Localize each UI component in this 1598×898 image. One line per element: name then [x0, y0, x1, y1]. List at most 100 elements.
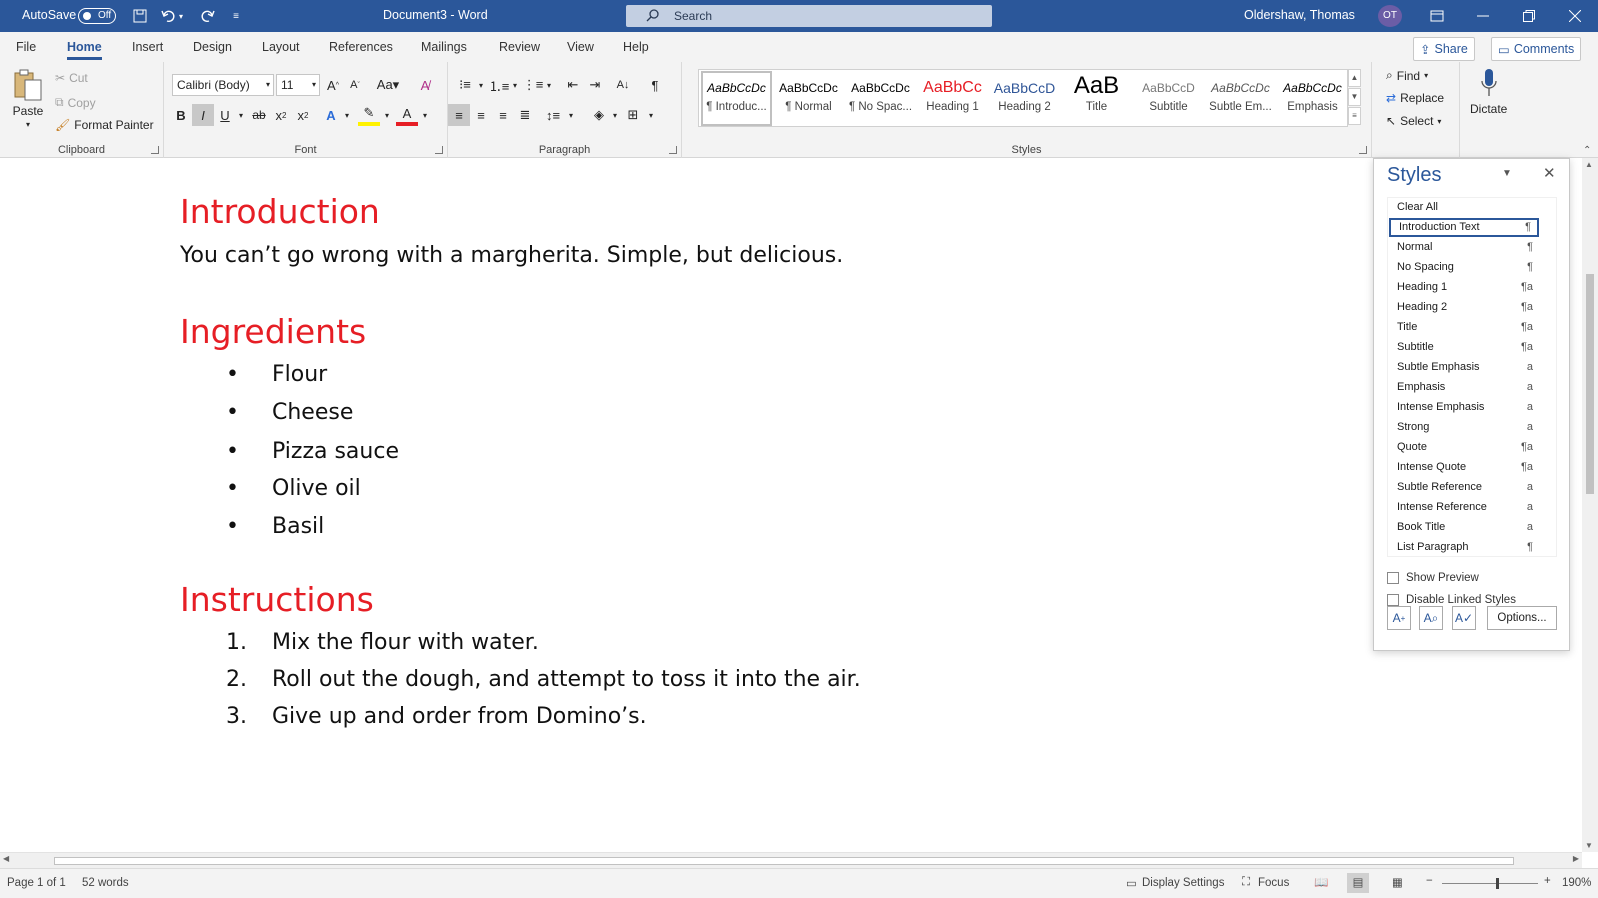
cut-button[interactable]: ✂ Cut [55, 71, 88, 85]
style-list-paragraph[interactable]: List Paragraph ¶ [1389, 538, 1539, 557]
chevron-down-icon[interactable]: ▾ [560, 104, 582, 126]
paragraph-launcher-icon[interactable] [669, 146, 677, 154]
gallery-style-subtitle[interactable]: AaBbCcD Subtitle [1133, 71, 1204, 126]
gallery-style-no-spacing[interactable]: AaBbCcDc ¶ No Spac... [845, 71, 916, 126]
paste-button[interactable]: Paste ▾ [12, 68, 44, 129]
style-emphasis[interactable]: Emphasis a [1389, 378, 1539, 397]
replace-button[interactable]: ⇄ Replace [1386, 91, 1444, 105]
style-intense-emphasis[interactable]: Intense Emphasis a [1389, 398, 1539, 417]
gallery-style-normal[interactable]: AaBbCcDc ¶ Normal [773, 71, 844, 126]
vertical-scroll-thumb[interactable] [1586, 274, 1594, 494]
tab-help[interactable]: Help [623, 40, 649, 54]
tab-layout[interactable]: Layout [262, 40, 300, 54]
chevron-down-icon[interactable]: ▾ [640, 104, 662, 126]
web-layout-icon[interactable]: ▦ [1392, 875, 1403, 889]
new-style-icon[interactable]: A + [1387, 606, 1411, 630]
align-left-icon[interactable]: ≡ [448, 104, 470, 126]
horizontal-scroll-thumb[interactable] [54, 857, 1514, 865]
superscript-icon[interactable]: x2 [292, 104, 314, 126]
focus-button[interactable]: Focus [1258, 877, 1289, 889]
select-button[interactable]: ↖ Select ▾ [1386, 114, 1441, 128]
show-preview-checkbox[interactable] [1387, 572, 1399, 584]
gallery-up-icon[interactable]: ▲ [1348, 69, 1361, 87]
bold-icon[interactable]: B [170, 104, 192, 126]
decrease-indent-icon[interactable]: ⇤ [562, 74, 584, 96]
zoom-in-icon[interactable]: + [1544, 875, 1551, 887]
clear-formatting-icon[interactable]: A̸ [414, 74, 436, 96]
paste-dropdown-icon[interactable]: ▾ [26, 120, 30, 129]
font-launcher-icon[interactable] [435, 146, 443, 154]
restore-icon[interactable] [1506, 0, 1552, 32]
style-title[interactable]: Title ¶a [1389, 318, 1539, 337]
vertical-scrollbar[interactable]: ▲ ▼ [1582, 158, 1598, 852]
change-case-icon[interactable]: Aa▾ [372, 74, 404, 96]
share-button[interactable]: ⇪ Share [1413, 37, 1475, 61]
style-no-spacing[interactable]: No Spacing ¶ [1389, 258, 1539, 277]
gallery-style-heading2[interactable]: AaBbCcD Heading 2 [989, 71, 1060, 126]
style-introduction-text[interactable]: Introduction Text ¶ [1389, 218, 1539, 237]
shrink-font-icon[interactable]: Aˇ [344, 74, 366, 96]
gallery-style-heading1[interactable]: AaBbCc Heading 1 [917, 71, 988, 126]
ribbon-display-icon[interactable] [1414, 0, 1460, 32]
chevron-down-icon[interactable]: ▾ [376, 104, 398, 126]
justify-icon[interactable]: ≣ [514, 104, 536, 126]
style-normal[interactable]: Normal ¶ [1389, 238, 1539, 257]
comments-button[interactable]: ▭ Comments [1491, 37, 1582, 61]
disable-linked-checkbox[interactable] [1387, 594, 1399, 606]
zoom-slider[interactable] [1442, 883, 1538, 884]
style-intense-quote[interactable]: Intense Quote ¶a [1389, 458, 1539, 477]
word-count[interactable]: 52 words [82, 877, 129, 889]
undo-dropdown-icon[interactable]: ▾ [176, 6, 186, 26]
style-heading-1[interactable]: Heading 1 ¶a [1389, 278, 1539, 297]
chevron-down-icon[interactable]: ▾ [414, 104, 436, 126]
user-name[interactable]: Oldershaw, Thomas [1244, 0, 1355, 32]
clipboard-launcher-icon[interactable] [151, 146, 159, 154]
chevron-down-icon[interactable]: ▾ [538, 74, 560, 96]
autosave-toggle[interactable]: Off [78, 8, 116, 24]
zoom-level[interactable]: 190% [1562, 877, 1591, 889]
grow-font-icon[interactable]: A ^ [322, 74, 344, 96]
scroll-up-icon[interactable]: ▲ [1585, 160, 1593, 169]
scroll-left-icon[interactable]: ◀ [3, 854, 9, 863]
search-box[interactable]: Search [626, 5, 992, 27]
chevron-down-icon[interactable]: ▾ [336, 104, 358, 126]
scroll-right-icon[interactable]: ▶ [1573, 854, 1579, 863]
minimize-icon[interactable] [1460, 0, 1506, 32]
style-subtle-emphasis[interactable]: Subtle Emphasis a [1389, 358, 1539, 377]
scroll-down-icon[interactable]: ▼ [1585, 841, 1593, 850]
gallery-style-emphasis[interactable]: AaBbCcDc Emphasis [1277, 71, 1348, 126]
gallery-style-title[interactable]: AaB Title [1061, 71, 1132, 126]
document-page[interactable]: Introduction You can’t go wrong with a m… [0, 158, 1582, 852]
redo-icon[interactable] [198, 6, 218, 26]
font-size-combo[interactable]: 11 ▾ [276, 74, 320, 96]
copy-button[interactable]: ⧉ Copy [55, 95, 96, 110]
dictate-button[interactable]: Dictate [1470, 68, 1507, 116]
gallery-style-subtle-emphasis[interactable]: AaBbCcDc Subtle Em... [1205, 71, 1276, 126]
style-heading-2[interactable]: Heading 2 ¶a [1389, 298, 1539, 317]
style-subtle-reference[interactable]: Subtle Reference a [1389, 478, 1539, 497]
tab-mailings[interactable]: Mailings [421, 40, 467, 54]
subscript-icon[interactable]: x2 [270, 104, 292, 126]
read-mode-icon[interactable]: 📖 [1314, 875, 1328, 889]
zoom-out-icon[interactable]: − [1426, 875, 1433, 887]
tab-references[interactable]: References [329, 40, 393, 54]
customize-qat-icon[interactable]: ≡ [226, 6, 246, 26]
styles-launcher-icon[interactable] [1359, 146, 1367, 154]
style-intense-reference[interactable]: Intense Reference a [1389, 498, 1539, 517]
tab-view[interactable]: View [567, 40, 594, 54]
collapse-ribbon-icon[interactable]: ⌃ [1583, 145, 1591, 156]
gallery-down-icon[interactable]: ▼ [1348, 88, 1361, 106]
tab-home[interactable]: Home [67, 40, 102, 60]
style-quote[interactable]: Quote ¶a [1389, 438, 1539, 457]
undo-icon[interactable] [158, 6, 178, 26]
manage-styles-icon[interactable]: A✓ [1452, 606, 1476, 630]
tab-review[interactable]: Review [499, 40, 540, 54]
tab-insert[interactable]: Insert [132, 40, 163, 54]
gallery-style-introduction[interactable]: AaBbCcDc ¶ Introduc... [701, 71, 772, 126]
pilcrow-icon[interactable]: ¶ [644, 74, 666, 96]
style-strong[interactable]: Strong a [1389, 418, 1539, 437]
tab-file[interactable]: File [16, 40, 36, 54]
close-pane-icon[interactable]: ✕ [1543, 164, 1556, 182]
sort-icon[interactable]: A↓ [612, 74, 634, 96]
style-subtitle[interactable]: Subtitle ¶a [1389, 338, 1539, 357]
